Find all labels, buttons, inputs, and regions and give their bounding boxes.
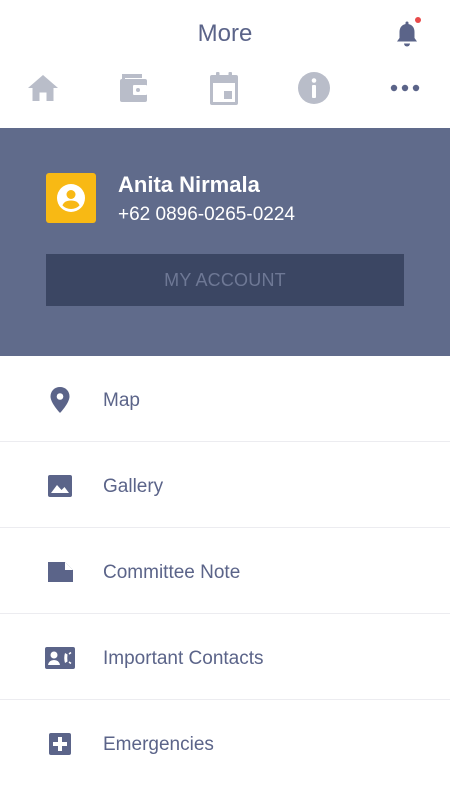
menu-item-map[interactable]: Map (0, 356, 450, 442)
my-account-button[interactable]: MY ACCOUNT (46, 254, 404, 306)
menu-item-gallery[interactable]: Gallery (0, 442, 450, 528)
menu-list: Map Gallery Committee Note Important Con… (0, 356, 450, 786)
menu-item-label: Map (103, 390, 140, 411)
menu-item-label: Important Contacts (103, 648, 264, 669)
bell-icon (397, 21, 417, 47)
avatar[interactable] (46, 173, 96, 223)
note-icon (48, 562, 73, 582)
menu-item-label: Gallery (103, 476, 164, 497)
app-header: More (0, 0, 450, 128)
user-name: Anita Nirmala (118, 172, 260, 197)
nav-info[interactable] (289, 66, 339, 110)
nav-calendar[interactable] (199, 66, 249, 110)
map-pin-icon (50, 387, 70, 413)
more-screen: More Anita Nirmala +62 0896-0265-0224 MY… (0, 0, 450, 800)
menu-item-important-contacts[interactable]: Important Contacts (0, 614, 450, 700)
calendar-icon (210, 72, 238, 105)
info-icon (298, 72, 330, 104)
nav-wallet[interactable] (109, 66, 159, 110)
page-title: More (197, 20, 253, 47)
contacts-icon (45, 647, 75, 669)
menu-item-label: Committee Note (103, 562, 241, 583)
medical-cross-icon (49, 733, 71, 755)
home-icon (28, 75, 58, 101)
user-icon (57, 184, 85, 212)
menu-item-label: Emergencies (103, 734, 214, 755)
menu-item-emergencies[interactable]: Emergencies (0, 700, 450, 786)
menu-item-committee-note[interactable]: Committee Note (0, 528, 450, 614)
notification-badge (415, 17, 421, 23)
image-icon (48, 475, 72, 497)
wallet-icon (120, 74, 147, 102)
top-nav (0, 66, 450, 110)
notifications-button[interactable] (393, 20, 421, 50)
nav-home[interactable] (18, 66, 68, 110)
more-dots-icon (390, 84, 420, 92)
nav-more[interactable] (380, 66, 430, 110)
profile-card: Anita Nirmala +62 0896-0265-0224 MY ACCO… (0, 128, 450, 356)
user-phone: +62 0896-0265-0224 (118, 204, 295, 225)
